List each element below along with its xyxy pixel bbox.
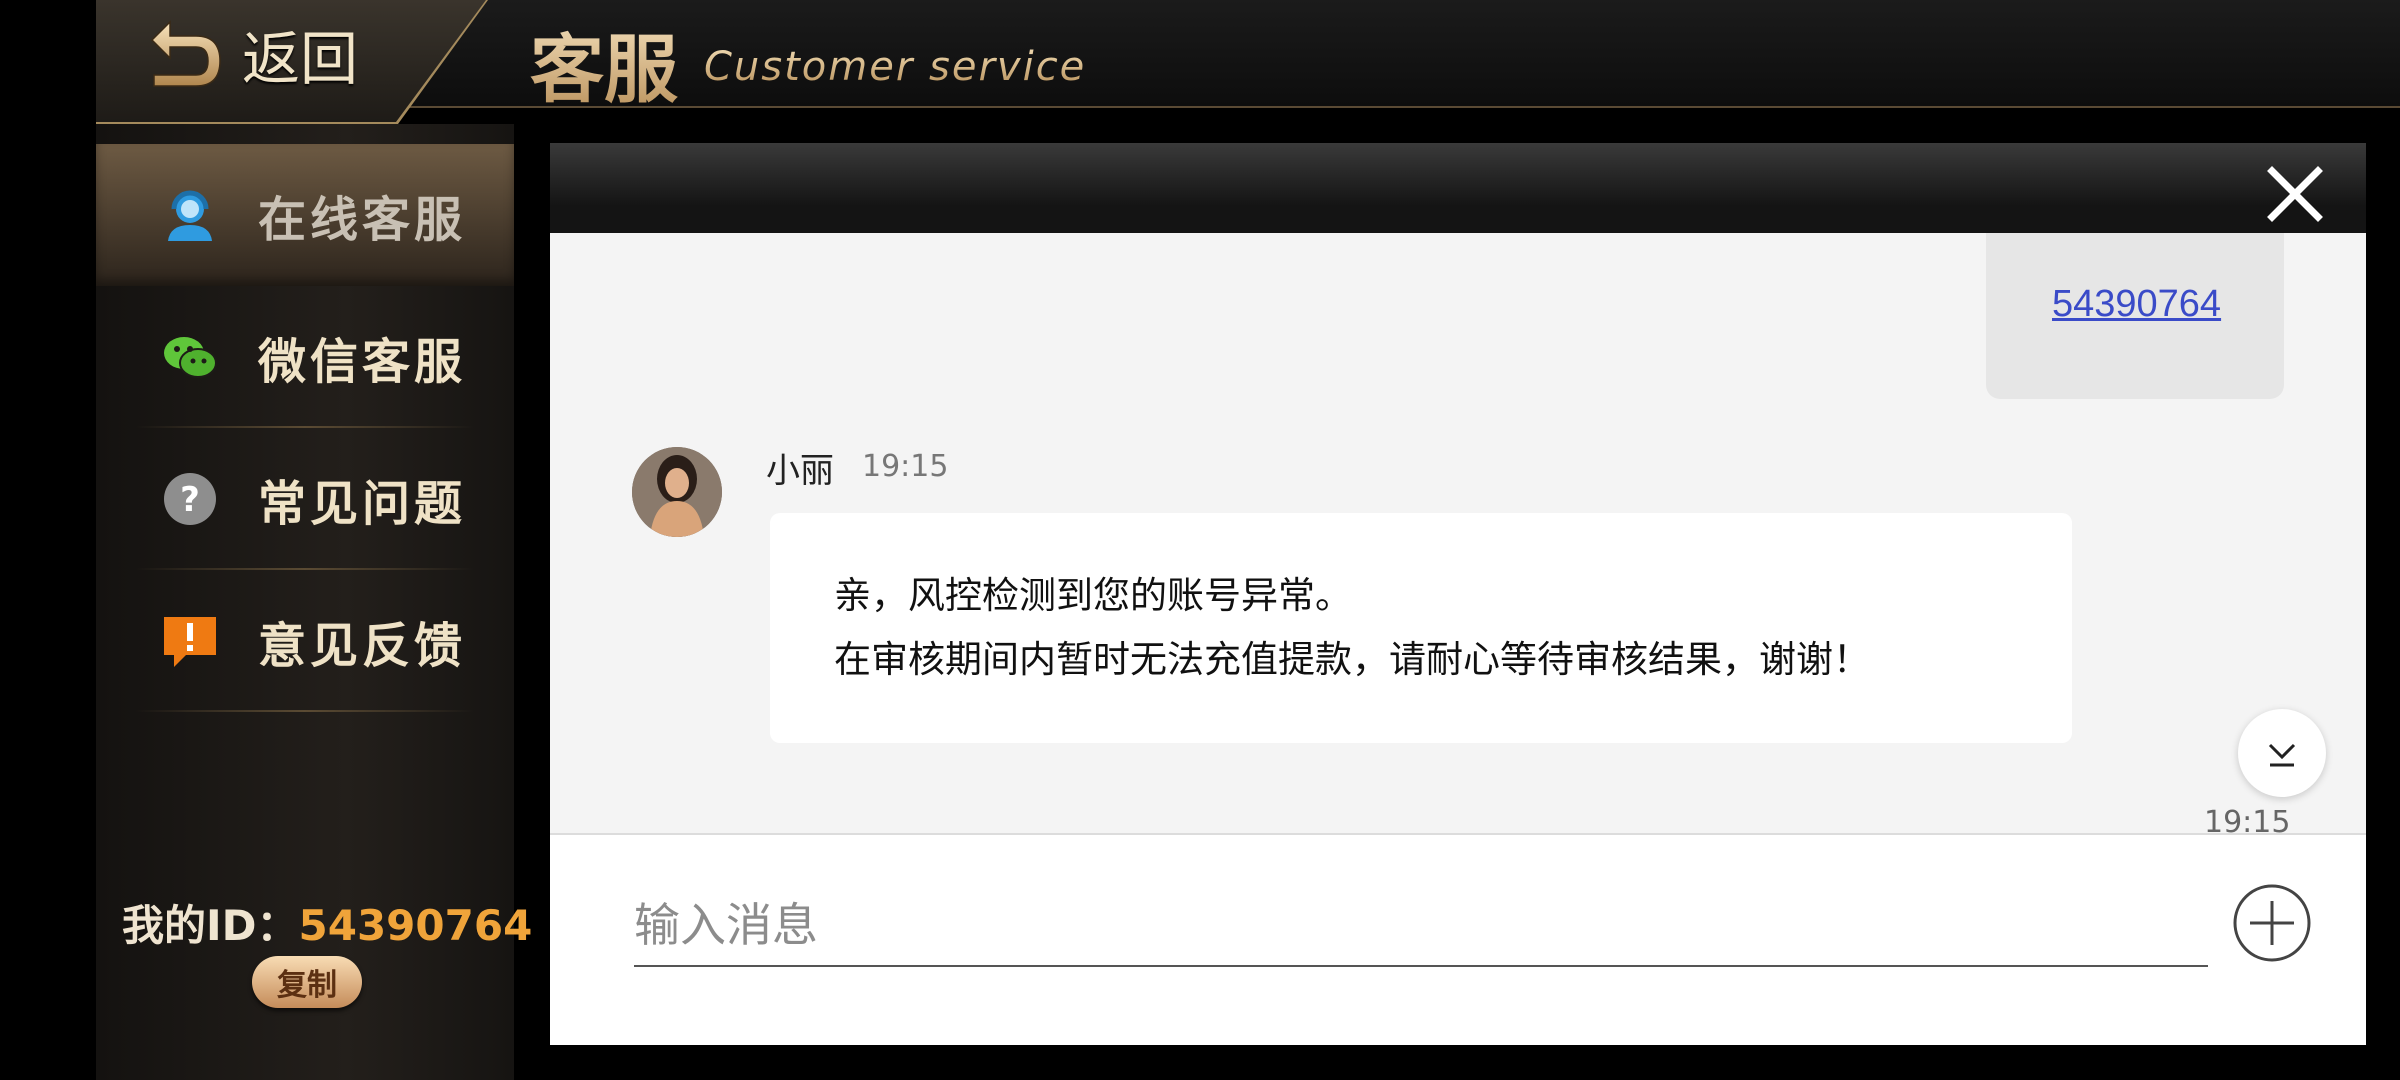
avatar-image <box>632 447 722 537</box>
top-bar: 返回 客服 Customer service <box>96 0 2400 124</box>
chat-messages[interactable]: 54390764 小丽 19:15 亲，风控检测到您的账号异常。 在审核期间内暂… <box>550 233 2366 833</box>
my-id: 我的ID：54390764 <box>122 892 532 953</box>
my-message-bubble: 54390764 <box>1986 233 2284 399</box>
page-subtitle: Customer service <box>704 44 1087 90</box>
message-time: 19:15 <box>2204 805 2291 833</box>
scroll-to-bottom-button[interactable] <box>2238 709 2326 797</box>
sidebar-item-wechat-service[interactable]: 微信客服 <box>96 286 514 428</box>
back-arrow-icon <box>150 20 221 87</box>
agent-message-bubble: 亲，风控检测到您的账号异常。 在审核期间内暂时无法充值提款，请耐心等待审核结果，… <box>770 513 2072 743</box>
wechat-icon <box>164 337 217 378</box>
sidebar: 在线客服 微信客服 ? 常见问题 意见反馈 我的ID：54390764 复制 <box>96 124 532 1080</box>
sidebar-item-online-service[interactable]: 在线客服 <box>96 144 514 286</box>
copy-button[interactable]: 复制 <box>252 956 362 1008</box>
sidebar-item-label: 微信客服 <box>258 334 467 390</box>
sidebar-item-label: 意见反馈 <box>258 618 467 674</box>
my-message-link[interactable]: 54390764 <box>2052 283 2221 326</box>
sidebar-item-label: 常见问题 <box>258 476 467 532</box>
message-line: 在审核期间内暂时无法充值提款，请耐心等待审核结果，谢谢！ <box>834 638 1870 681</box>
sidebar-item-faq[interactable]: ? 常见问题 <box>96 428 514 570</box>
close-icon[interactable] <box>2264 163 2326 225</box>
support-agent-icon <box>168 190 212 241</box>
svg-text:?: ? <box>180 480 200 520</box>
my-id-value: 54390764 <box>298 901 533 950</box>
chat-header <box>550 143 2366 233</box>
divider <box>136 710 474 712</box>
message-time: 19:15 <box>862 449 949 484</box>
chevron-down-icon <box>2268 743 2296 767</box>
back-label: 返回 <box>242 25 359 93</box>
agent-avatar[interactable] <box>632 447 722 537</box>
message-input[interactable] <box>634 885 2208 967</box>
plus-icon[interactable] <box>2232 883 2312 963</box>
question-icon: ? <box>164 473 216 525</box>
sidebar-item-feedback[interactable]: 意见反馈 <box>96 570 514 712</box>
my-id-label: 我的ID： <box>122 901 299 950</box>
back-button[interactable]: 返回 <box>144 14 358 94</box>
agent-name: 小丽 <box>766 451 834 491</box>
message-line: 亲，风控检测到您的账号异常。 <box>834 574 1352 617</box>
feedback-icon <box>164 617 216 667</box>
sidebar-item-label: 在线客服 <box>258 192 467 248</box>
message-composer <box>550 833 2366 1045</box>
page-title: 客服 <box>530 10 678 117</box>
